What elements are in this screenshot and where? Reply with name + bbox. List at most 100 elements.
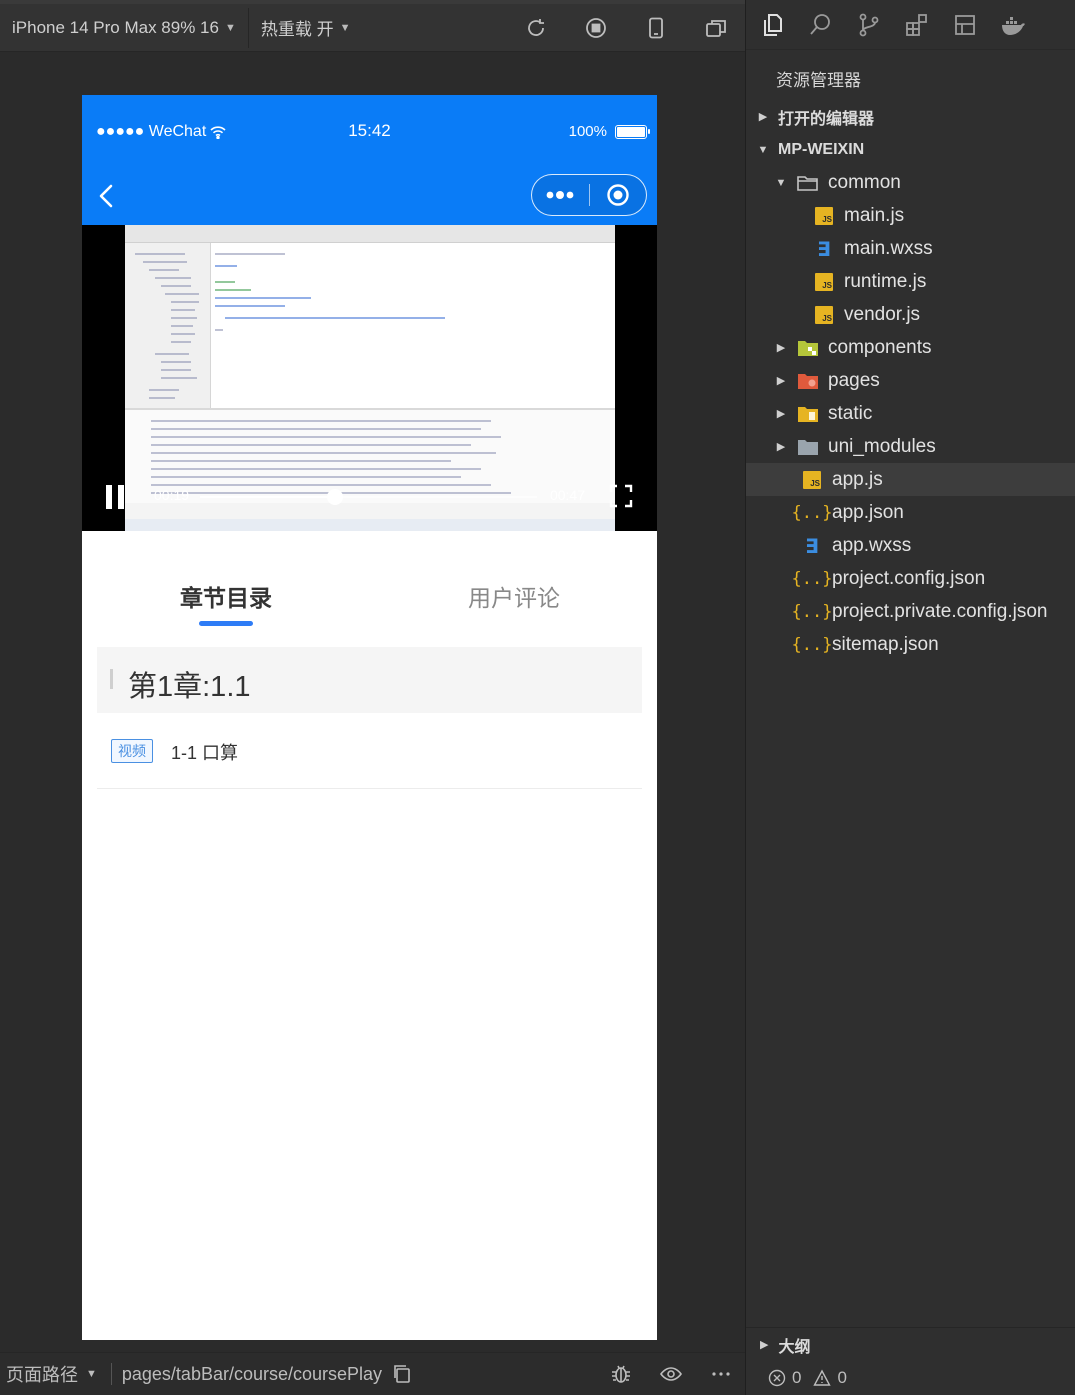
chevron-down-icon: ▼ bbox=[757, 143, 769, 156]
video-ide-editor bbox=[211, 243, 615, 408]
tree-item-label: runtime.js bbox=[844, 270, 927, 292]
section-outline-label: 大纲 bbox=[778, 1338, 811, 1356]
file-tree: ▶ 打开的编辑器 ▼ MP-WEIXIN ▼ common JS main.js… bbox=[746, 100, 1075, 661]
folder-icon bbox=[796, 436, 820, 458]
status-battery-group: 100% bbox=[569, 123, 650, 140]
tab-indicator bbox=[199, 621, 253, 626]
eye-icon[interactable] bbox=[659, 1362, 683, 1386]
close-miniprogram-button[interactable] bbox=[589, 175, 646, 215]
pages-folder-icon bbox=[796, 370, 820, 392]
copy-icon[interactable] bbox=[392, 1364, 412, 1384]
detach-window-icon[interactable] bbox=[699, 11, 733, 45]
page-path-value: pages/tabBar/course/coursePlay bbox=[121, 1363, 383, 1384]
docker-whale-icon[interactable] bbox=[998, 10, 1028, 40]
more-dots-icon bbox=[546, 191, 574, 199]
tree-item-label: app.json bbox=[832, 501, 904, 523]
refresh-icon[interactable] bbox=[519, 11, 553, 45]
video-current-time: 00:19 bbox=[154, 487, 190, 503]
tree-item-label: sitemap.json bbox=[832, 633, 939, 655]
simulator-actions bbox=[519, 4, 733, 51]
battery-icon bbox=[615, 124, 650, 139]
page-path-select[interactable]: 页面路径 ▼ bbox=[6, 1361, 97, 1387]
hot-reload-select[interactable]: 热重载 开 ▼ bbox=[249, 4, 363, 51]
chevron-right-icon: ▶ bbox=[776, 375, 786, 387]
tree-item-main-wxss[interactable]: ∃ main.wxss bbox=[746, 232, 1075, 265]
pause-icon[interactable] bbox=[106, 485, 126, 509]
tree-item-uni-modules[interactable]: ▶ uni_modules bbox=[746, 430, 1075, 463]
json-file-icon: {..} bbox=[791, 601, 833, 622]
tree-item-project-config[interactable]: {..} project.config.json bbox=[746, 562, 1075, 595]
simulator-bottom-bar: 页面路径 ▼ pages/tabBar/course/coursePlay bbox=[0, 1352, 745, 1395]
phone-screen: ●●●●● WeChat 15:42 100% 00:19 00:47 章节目录… bbox=[82, 95, 657, 1340]
page-path-label: 页面路径 bbox=[6, 1365, 78, 1385]
section-open-editors[interactable]: ▶ 打开的编辑器 bbox=[746, 100, 1075, 133]
problems-status[interactable]: 0 0 bbox=[746, 1361, 1075, 1395]
tree-item-static[interactable]: ▶ static bbox=[746, 397, 1075, 430]
tree-item-label: main.js bbox=[844, 204, 905, 226]
tree-item-vendor-js[interactable]: JS vendor.js bbox=[746, 298, 1075, 331]
target-circle-icon bbox=[607, 184, 629, 206]
chevron-right-icon: ▶ bbox=[776, 342, 786, 354]
tree-item-label: project.private.config.json bbox=[832, 600, 1048, 622]
video-ide-taskbar bbox=[125, 519, 615, 531]
stop-icon[interactable] bbox=[579, 11, 613, 45]
video-controls: 00:19 00:47 bbox=[82, 477, 657, 517]
tree-item-runtime-js[interactable]: JS runtime.js bbox=[746, 265, 1075, 298]
tree-item-label: app.js bbox=[832, 468, 883, 490]
tab-comments[interactable]: 用户评论 bbox=[468, 579, 560, 613]
section-outline[interactable]: ▶ 大纲 bbox=[746, 1328, 1075, 1361]
css-file-icon: ∃ bbox=[817, 236, 831, 261]
components-folder-icon bbox=[796, 337, 820, 359]
tree-item-main-js[interactable]: JS main.js bbox=[746, 199, 1075, 232]
files-icon[interactable] bbox=[758, 10, 788, 40]
chapter-header[interactable]: 第1章:1.1 bbox=[97, 647, 642, 713]
lesson-title: 1-1 口算 bbox=[171, 743, 239, 763]
wechat-capsule bbox=[531, 174, 647, 216]
tree-item-app-json[interactable]: {..} app.json bbox=[746, 496, 1075, 529]
phone-device-icon[interactable] bbox=[639, 11, 673, 45]
bug-icon[interactable] bbox=[609, 1362, 633, 1386]
activity-bar bbox=[746, 0, 1075, 50]
tree-item-components[interactable]: ▶ components bbox=[746, 331, 1075, 364]
chevron-right-icon: ▶ bbox=[776, 441, 786, 453]
video-progress-thumb[interactable] bbox=[326, 489, 343, 505]
more-button[interactable] bbox=[532, 175, 589, 215]
source-control-icon[interactable] bbox=[854, 10, 884, 40]
tree-item-app-wxss[interactable]: ∃ app.wxss bbox=[746, 529, 1075, 562]
device-label: iPhone 14 Pro Max 89% 16 bbox=[12, 17, 219, 37]
hot-reload-label: 热重载 开 bbox=[260, 20, 334, 39]
chevron-right-icon: ▶ bbox=[760, 1339, 769, 1351]
warning-count: 0 bbox=[837, 1368, 847, 1387]
tree-item-label: vendor.js bbox=[844, 303, 921, 325]
section-project-label: MP-WEIXIN bbox=[778, 140, 865, 158]
section-project[interactable]: ▼ MP-WEIXIN bbox=[746, 133, 1075, 166]
tree-item-project-private-config[interactable]: {..} project.private.config.json bbox=[746, 595, 1075, 628]
tree-item-label: static bbox=[828, 402, 873, 424]
device-select[interactable]: iPhone 14 Pro Max 89% 16 ▼ bbox=[0, 4, 248, 51]
video-player[interactable]: 00:19 00:47 bbox=[82, 225, 657, 531]
simulator-toolbar: iPhone 14 Pro Max 89% 16 ▼ 热重载 开 ▼ bbox=[0, 0, 745, 52]
more-horizontal-icon[interactable] bbox=[709, 1362, 733, 1386]
phone-status-bar: ●●●●● WeChat 15:42 100% bbox=[82, 95, 657, 167]
tab-chapters[interactable]: 章节目录 bbox=[180, 579, 272, 613]
chevron-down-icon: ▼ bbox=[224, 21, 236, 34]
chevron-down-icon: ▼ bbox=[339, 21, 351, 34]
video-ide-sidebar bbox=[125, 243, 211, 408]
tree-item-label: project.config.json bbox=[832, 567, 986, 589]
tree-item-sitemap[interactable]: {..} sitemap.json bbox=[746, 628, 1075, 661]
storage-panel-icon[interactable] bbox=[950, 10, 980, 40]
explorer-bottom: ▶ 大纲 0 0 bbox=[746, 1327, 1075, 1395]
section-open-editors-label: 打开的编辑器 bbox=[778, 110, 875, 128]
tree-item-app-js[interactable]: JS app.js bbox=[746, 463, 1075, 496]
tree-item-pages[interactable]: ▶ pages bbox=[746, 364, 1075, 397]
js-file-icon: JS bbox=[812, 271, 836, 293]
extensions-icon[interactable] bbox=[902, 10, 932, 40]
fullscreen-icon[interactable] bbox=[609, 484, 633, 508]
tree-item-common[interactable]: ▼ common bbox=[746, 166, 1075, 199]
static-folder-icon bbox=[796, 403, 820, 425]
lesson-item[interactable]: 视频 1-1 口算 bbox=[97, 713, 642, 789]
search-icon[interactable] bbox=[806, 10, 836, 40]
error-circle-icon bbox=[768, 1369, 786, 1387]
video-progress-track[interactable] bbox=[200, 489, 537, 505]
back-arrow-icon[interactable] bbox=[92, 181, 122, 211]
